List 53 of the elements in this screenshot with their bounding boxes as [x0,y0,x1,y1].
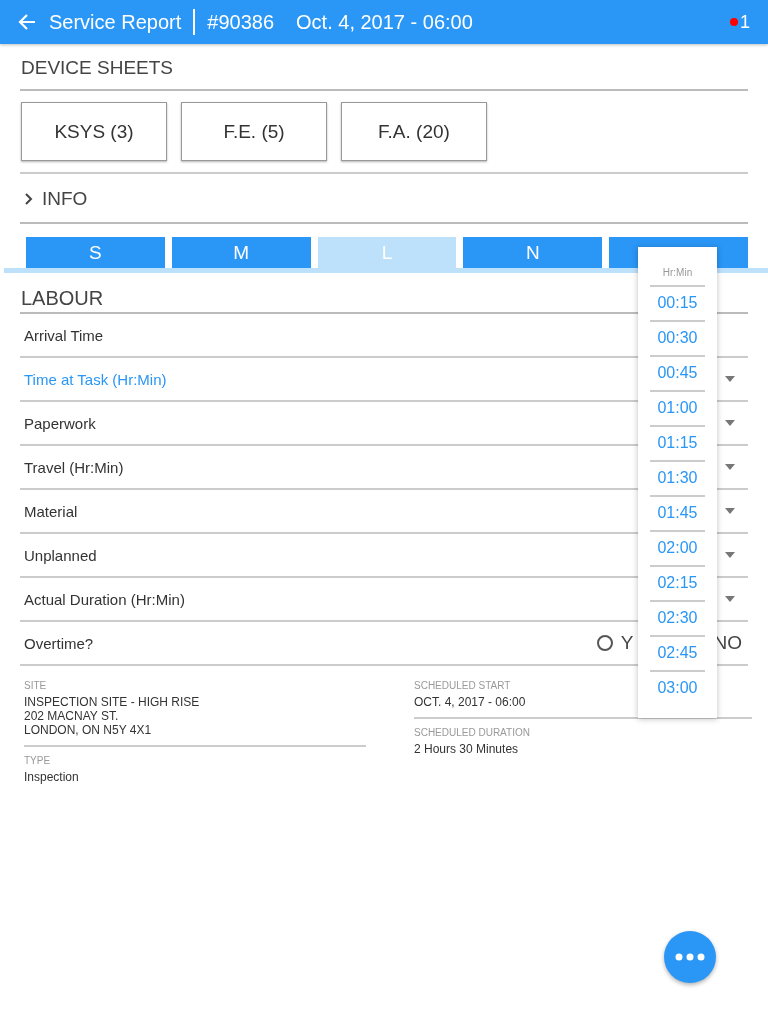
time-option[interactable]: 01:30 [650,460,705,495]
time-option[interactable]: 00:45 [650,355,705,390]
time-option[interactable]: 00:30 [650,320,705,355]
device-sheet-button[interactable]: F.E. (5) [181,102,327,161]
report-number: #90386 [207,10,275,34]
time-option[interactable]: 00:15 [650,285,705,320]
dropdown-caret-icon[interactable] [725,596,735,602]
page-title: Service Report [49,10,182,34]
time-option[interactable]: 02:30 [650,600,705,635]
tab[interactable]: S [26,237,165,268]
more-button[interactable] [664,931,716,983]
field-label: TYPE [24,755,51,766]
dropdown-caret-icon[interactable] [725,464,735,470]
field-value: Inspection [24,770,79,784]
time-option[interactable]: 02:45 [650,635,705,670]
field-label: SCHEDULED START [414,680,511,691]
time-option[interactable]: 03:00 [650,670,705,705]
tab[interactable]: N [463,237,603,268]
field-label: SCHEDULED DURATION [414,727,530,738]
dropdown-caret-icon[interactable] [725,376,735,382]
dropdown-caret-icon[interactable] [725,552,735,558]
radio-label: Y [620,632,634,654]
field-value: 2 Hours 30 Minutes [414,742,519,756]
tab[interactable]: M [171,237,311,268]
field-label: SITE [24,680,47,691]
picker-title: Hr:Min [662,267,693,278]
time-option[interactable]: 01:15 [650,425,705,460]
device-sheet-button[interactable]: F.A. (20) [341,102,487,161]
device-sheet-button[interactable]: KSYS (3) [21,102,167,161]
row-label: Time at Task (Hr:Min) [24,370,167,388]
radio-button[interactable] [596,635,613,651]
notification-count[interactable]: 1 [730,11,750,33]
row-label: Arrival Time [24,326,104,344]
field-value: OCT. 4, 2017 - 06:00 [414,695,526,709]
time-option[interactable]: 01:45 [650,495,705,530]
dropdown-caret-icon[interactable] [725,420,735,426]
field-value: INSPECTION SITE - HIGH RISE 202 MACNAY ST. LONDON, ON N5Y 4X1 [24,695,200,737]
dropdown-caret-icon[interactable] [725,508,735,514]
section-title: DEVICE SHEETS [20,44,748,91]
report-date: Oct. 4, 2017 - 06:00 [296,10,473,34]
row-label: Travel (Hr:Min) [24,458,124,476]
row-label: Actual Duration (Hr:Min) [24,590,185,608]
row-label: Unplanned [24,546,97,564]
back-icon[interactable] [18,13,36,31]
row-label: Material [24,502,78,520]
row-label: Overtime? [24,634,94,652]
time-option[interactable]: 02:15 [650,565,705,600]
info-toggle[interactable]: INFO [20,174,748,224]
more-icon [675,953,705,961]
time-option[interactable]: 01:00 [650,390,705,425]
time-option[interactable]: 02:00 [650,530,705,565]
row-label: Paperwork [24,414,96,432]
chevron-icon [24,193,34,205]
